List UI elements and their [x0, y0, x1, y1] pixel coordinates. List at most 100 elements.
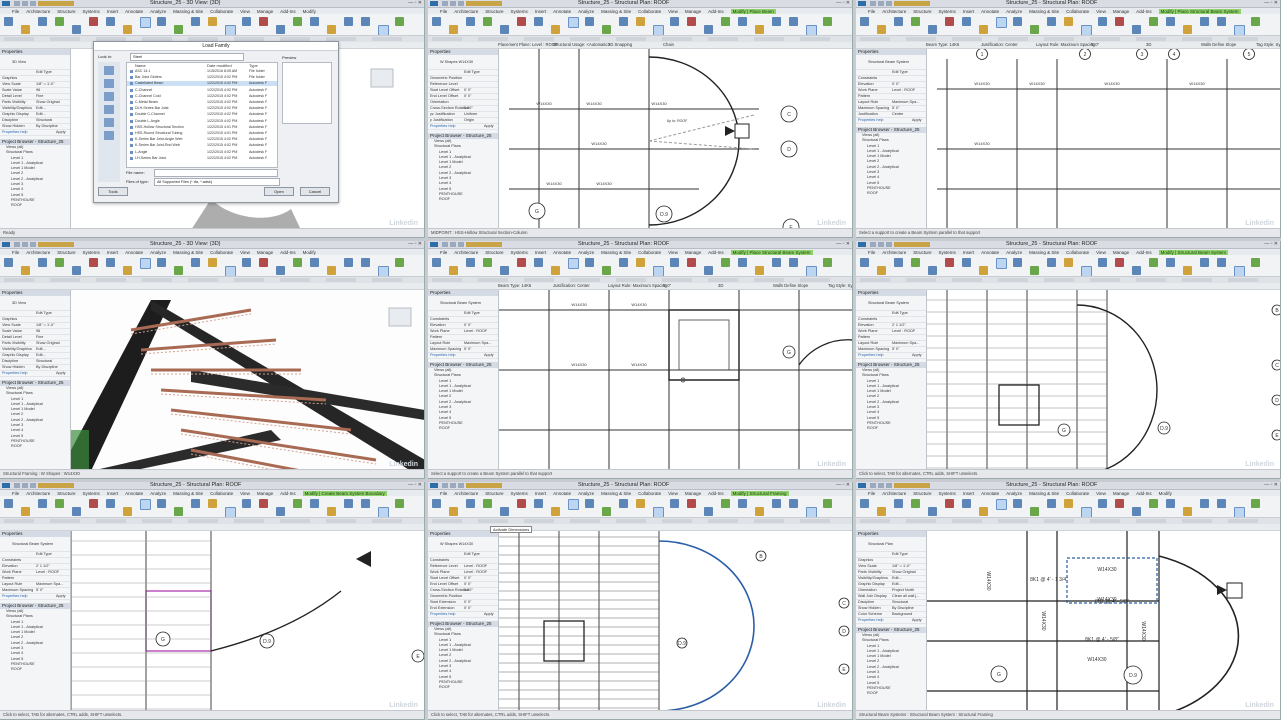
ribbon-tab[interactable]: Modify | Create Beam System Boundary [302, 490, 387, 496]
file-name-input[interactable] [154, 169, 278, 177]
type-selector[interactable]: Structural Beam System [856, 55, 926, 70]
ribbon-tool-icon[interactable] [877, 507, 886, 516]
ribbon-tab[interactable]: Add-Ins [280, 9, 296, 14]
ribbon-tool-icon[interactable] [551, 507, 560, 516]
ribbon-tool-icon[interactable] [687, 499, 696, 508]
properties-help-link[interactable]: Properties help [858, 353, 884, 358]
ribbon-tool-icon[interactable] [449, 266, 458, 275]
property-value[interactable]: 0' 0" [464, 576, 471, 581]
ribbon-tool-icon[interactable] [1047, 499, 1056, 508]
ribbon-tool-icon[interactable] [755, 266, 764, 275]
property-value[interactable]: 0' 0" [464, 323, 471, 328]
ribbon-tab[interactable]: Add-Ins [1136, 491, 1152, 496]
file-row[interactable]: C-Metal Beam 1/22/2015 4:02 PM Autodesk F [127, 100, 277, 105]
ribbon-tool-icon[interactable] [89, 258, 98, 267]
property-value[interactable]: Level : ROOF [464, 329, 487, 334]
edit-type-button[interactable]: Edit Type [36, 552, 52, 557]
ribbon-tool-icon[interactable] [208, 17, 217, 26]
ribbon-tab[interactable]: Systems [939, 250, 956, 255]
ribbon-tab[interactable]: Modify [1159, 491, 1172, 496]
property-value[interactable]: Show Original [36, 341, 60, 346]
properties-help-link[interactable]: Properties help [858, 618, 884, 623]
type-selector[interactable]: 3D View [0, 55, 70, 70]
files-of-type-dropdown[interactable]: All Supported Files (*.rfa, *.adsk) [154, 178, 280, 186]
ribbon-tab[interactable]: Modify [303, 9, 316, 14]
ribbon-tool-icon[interactable] [755, 507, 764, 516]
ribbon-tool-icon[interactable] [483, 258, 492, 267]
apply-button[interactable]: Apply [484, 612, 494, 617]
ribbon-tool-icon[interactable] [670, 499, 679, 508]
ribbon-tab[interactable]: Manage [257, 250, 273, 255]
ribbon-tab[interactable]: Massing & Site [173, 491, 203, 496]
type-selector[interactable]: Structural Beam System [428, 296, 498, 311]
window-controls[interactable]: — ▫ ✕ [1264, 1, 1278, 6]
ribbon-tool-icon[interactable] [551, 25, 560, 34]
ribbon-tab[interactable]: Analyze [1006, 250, 1022, 255]
type-selector[interactable]: Structural Beam System [856, 296, 926, 311]
look-in-dropdown[interactable]: Steel [130, 53, 244, 61]
option-field[interactable]: Walls Define Slope [773, 283, 808, 289]
ribbon-tool-icon[interactable] [344, 17, 353, 26]
option-field[interactable]: 5' 0" [663, 283, 671, 289]
ribbon-tab[interactable]: View [668, 250, 678, 255]
app-menu-icon[interactable] [2, 242, 10, 247]
ribbon-tool-icon[interactable] [21, 266, 30, 275]
ribbon-tool-icon[interactable] [500, 266, 509, 275]
property-value[interactable]: Origin [464, 118, 474, 123]
app-menu-icon[interactable] [430, 1, 438, 6]
ribbon-tool-icon[interactable] [21, 25, 30, 34]
app-menu-icon[interactable] [858, 1, 866, 6]
ribbon-tool-icon[interactable] [72, 507, 81, 516]
ribbon-tool-icon[interactable] [1064, 499, 1073, 508]
apply-button[interactable]: Apply [56, 371, 66, 376]
ribbon-tab[interactable]: Analyze [578, 250, 594, 255]
ribbon-tool-icon[interactable] [89, 499, 98, 508]
ribbon-tab[interactable]: Add-Ins [280, 250, 296, 255]
ribbon-tool-icon[interactable] [72, 25, 81, 34]
ribbon-tool-icon[interactable] [174, 507, 183, 516]
ribbon-tab[interactable]: Manage [1113, 491, 1129, 496]
ribbon-tool-icon[interactable] [1183, 507, 1192, 516]
ribbon-tool-icon[interactable] [962, 499, 971, 508]
file-row[interactable]: K-Series Bar Joist-Angle Web 1/22/2015 4:… [127, 137, 277, 142]
ribbon-tool-icon[interactable] [704, 25, 713, 34]
property-value[interactable]: 5' 0" [36, 588, 43, 593]
ribbon-tool-icon[interactable] [500, 25, 509, 34]
place-6-icon[interactable] [104, 131, 114, 140]
quick-access-toolbar[interactable] [442, 1, 502, 6]
place-4-icon[interactable] [104, 105, 114, 114]
ribbon-tool-icon[interactable] [568, 17, 579, 28]
window-controls[interactable]: — ▫ ✕ [1264, 242, 1278, 247]
browser-item[interactable]: ROOF [428, 685, 498, 690]
ribbon-tab[interactable]: Massing & Site [173, 250, 203, 255]
ribbon-tab[interactable]: Manage [685, 250, 701, 255]
ribbon-tool-icon[interactable] [259, 258, 268, 267]
browser-item[interactable]: ROOF [0, 444, 70, 449]
property-value[interactable]: 2' 1 1/2" [36, 564, 50, 569]
ribbon-tool-icon[interactable] [174, 266, 183, 275]
edit-type-button[interactable]: Edit Type [36, 311, 52, 316]
ribbon-tab[interactable]: Insert [963, 250, 974, 255]
property-value[interactable]: 0.00° [464, 106, 473, 111]
option-field[interactable]: 5' 0" [1091, 42, 1099, 48]
file-row[interactable]: L-Angle 1/22/2015 4:02 PM Autodesk F [127, 150, 277, 155]
ribbon-tab[interactable]: Insert [107, 250, 118, 255]
ribbon-tool-icon[interactable] [157, 17, 166, 26]
ribbon-tool-icon[interactable] [466, 499, 475, 508]
ribbon-tool-icon[interactable] [1166, 17, 1175, 26]
property-value[interactable]: 0.00° [464, 588, 473, 593]
ribbon-tool-icon[interactable] [1217, 258, 1226, 267]
ribbon-tool-icon[interactable] [636, 499, 645, 508]
ribbon-tool-icon[interactable] [823, 258, 832, 267]
ribbon-tab[interactable]: Architecture [882, 250, 906, 255]
ribbon-tool-icon[interactable] [860, 258, 869, 267]
ribbon-tool-icon[interactable] [276, 25, 285, 34]
app-menu-icon[interactable] [2, 1, 10, 6]
ribbon-tab[interactable]: View [240, 250, 250, 255]
option-field[interactable]: 3D [718, 283, 723, 289]
property-value[interactable]: 96 [36, 88, 40, 93]
window-controls[interactable]: — ▫ ✕ [1264, 483, 1278, 488]
ribbon-tool-icon[interactable] [585, 17, 594, 26]
property-value[interactable]: 0' 0" [892, 82, 899, 87]
ribbon-tab[interactable]: Add-Ins [280, 491, 296, 496]
